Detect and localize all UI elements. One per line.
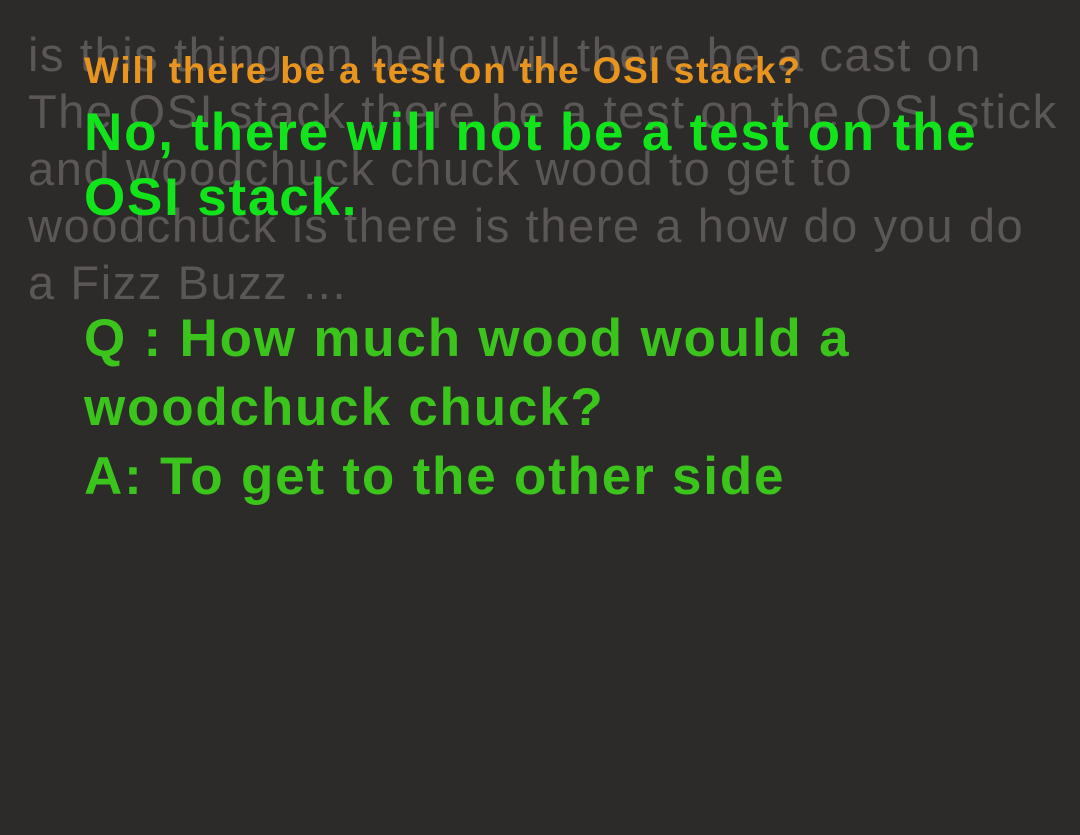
transcript-screen: is this thing on hello will there be a c… [0, 0, 1080, 835]
qa-question-text: Q : How much wood would a woodchuck chuc… [84, 309, 851, 437]
current-answer-text: No, there will not be a test on the OSI … [84, 103, 978, 227]
current-question-text: Will there be a test on the OSI stack? [84, 50, 802, 91]
qa-answer-text: A: To get to the other side [84, 447, 786, 506]
qa-block: Q : How much wood would a woodchuck chuc… [84, 304, 1044, 511]
